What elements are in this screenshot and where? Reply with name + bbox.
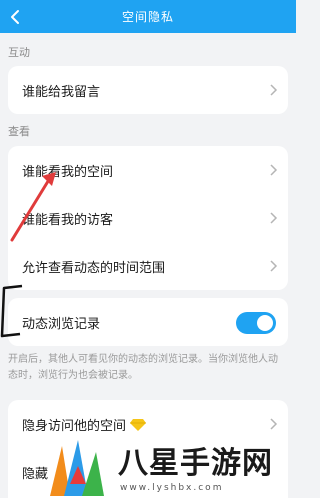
watermark-url: www.lyshbx.com	[120, 483, 224, 493]
row-label: 允许查看动态的时间范围	[22, 261, 166, 276]
browse-description: 开启后，其他人可看见你的动态的浏览记录。当你浏览他人动态时，浏览行为也会被记录。	[8, 354, 278, 381]
page-title: 空间隐私	[121, 10, 174, 24]
annotation-bracket	[0, 284, 23, 338]
interact-card: 谁能给我留言	[8, 66, 288, 114]
chevron-right-icon	[270, 418, 278, 430]
row-label: 动态浏览记录	[22, 317, 101, 332]
chevron-right-icon	[270, 84, 278, 96]
row-browse-record: 动态浏览记录	[8, 298, 288, 346]
toggle-knob	[257, 315, 273, 331]
chevron-right-icon	[270, 212, 278, 224]
annotation-arrow	[10, 172, 56, 242]
watermark-logo	[50, 440, 104, 496]
section-label-interact: 互动	[8, 46, 30, 59]
chevron-right-icon	[270, 260, 278, 272]
row-label: 隐身访问他的空间	[22, 415, 147, 434]
row-label: 谁能给我留言	[22, 85, 101, 100]
row-who-can-message[interactable]: 谁能给我留言	[8, 66, 288, 114]
chevron-right-icon	[270, 164, 278, 176]
watermark-text: 八星手游网	[118, 446, 273, 481]
title-bar: 空间隐私	[0, 0, 296, 33]
row-feed-time-range[interactable]: 允许查看动态的时间范围	[8, 242, 288, 290]
browse-card: 动态浏览记录	[8, 298, 288, 346]
browse-record-toggle[interactable]	[236, 312, 276, 334]
diamond-icon	[130, 419, 147, 431]
section-label-view: 查看	[8, 125, 30, 138]
